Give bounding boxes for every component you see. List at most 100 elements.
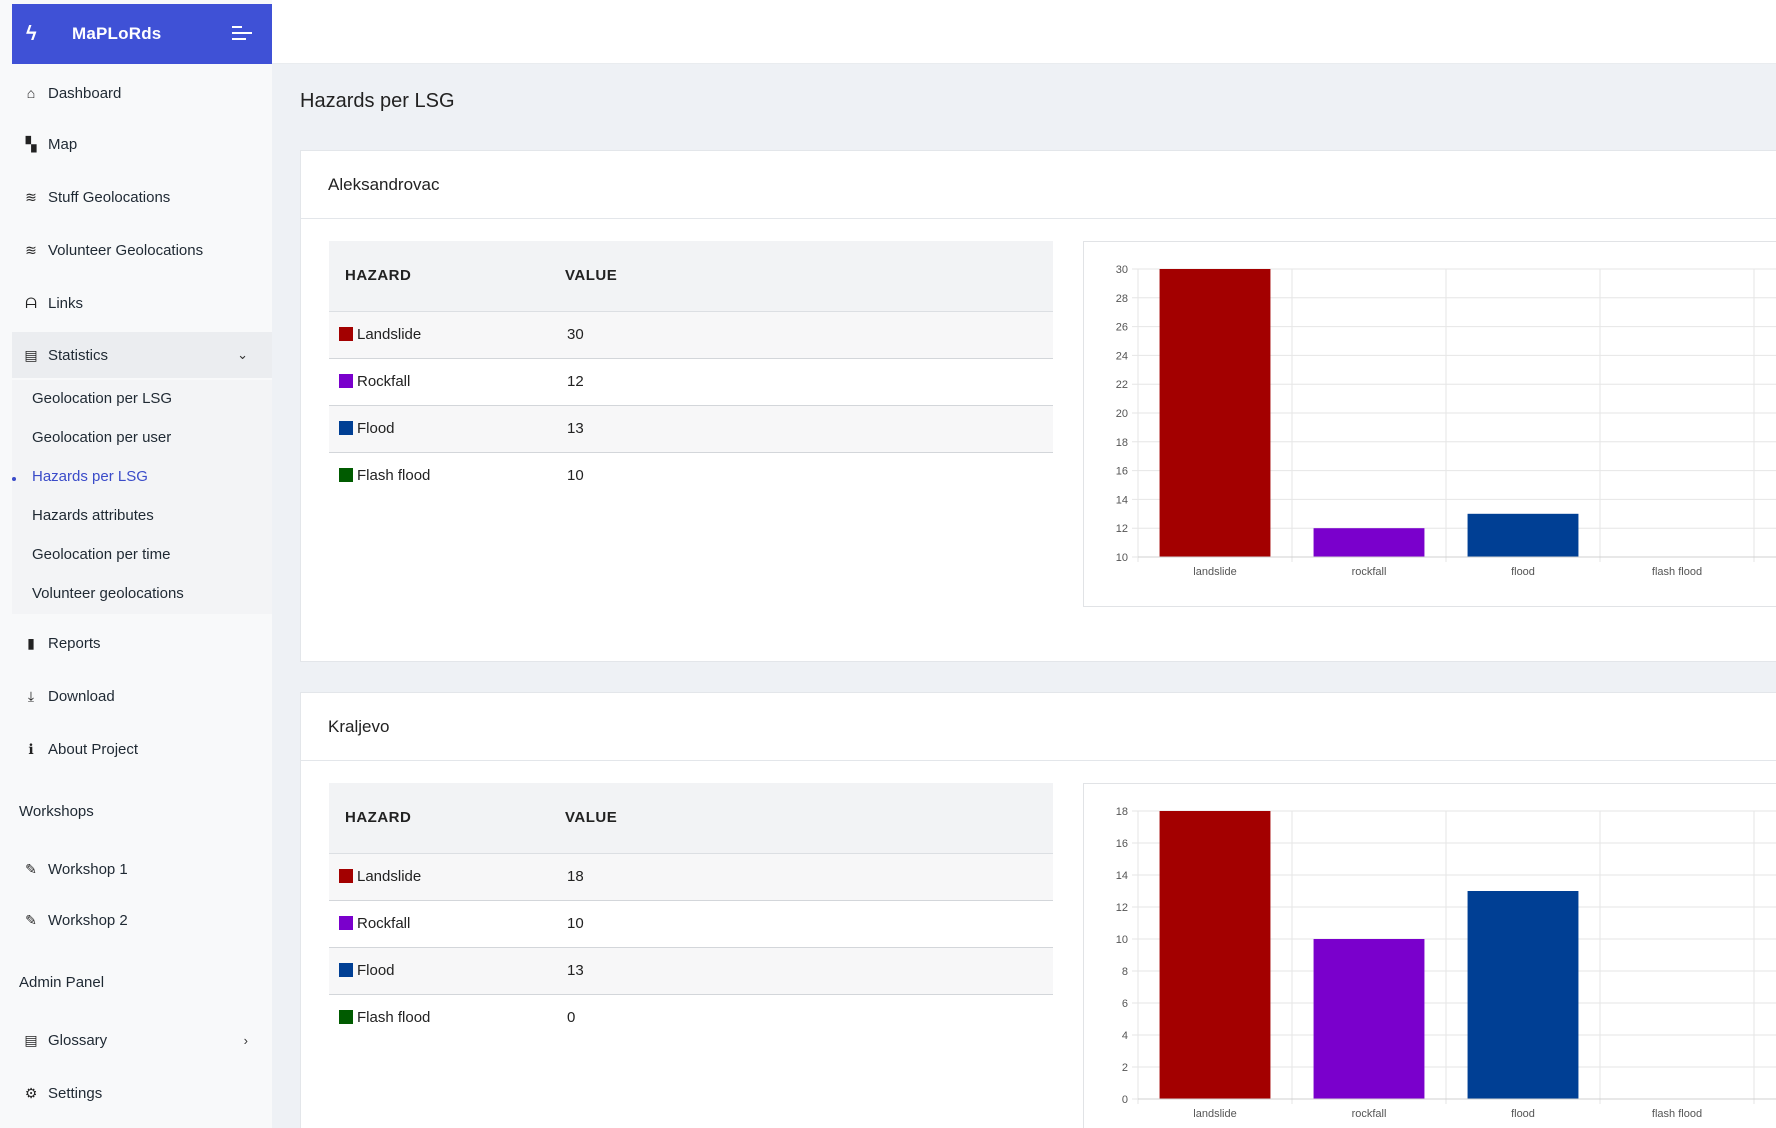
sidebar-item-settings[interactable]: ⚙ Settings <box>12 1070 272 1116</box>
card-title: Kraljevo <box>301 693 1776 761</box>
bar <box>1159 269 1271 557</box>
hazard-bar-chart: 10 12 14 16 18 20 22 24 26 28 30 landslide rockfall f… <box>1083 241 1776 607</box>
page-title: Hazards per LSG <box>300 90 455 112</box>
table-row: Flood 13 <box>329 405 1053 453</box>
y-tick-label: 12 <box>1116 902 1128 914</box>
column-header-hazard: HAZARD <box>329 783 565 854</box>
sidebar-item-workshop-2[interactable]: ✎ Workshop 2 <box>12 897 272 943</box>
y-tick-label: 18 <box>1116 806 1128 818</box>
sidebar-item-stuff-geolocations[interactable]: ≋ Stuff Geolocations <box>12 174 272 220</box>
submenu-hazards-per-lsg[interactable]: Hazards per LSG <box>32 468 148 485</box>
column-header-value: VALUE <box>565 783 1053 854</box>
sidebar-item-about-project[interactable]: ℹ About Project <box>12 726 272 772</box>
y-tick-label: 12 <box>1116 523 1128 535</box>
hazard-bar-chart: 0 2 4 6 8 10 12 14 16 18 landslide rockfall flood fla… <box>1083 783 1776 1128</box>
table-row: Landslide 30 <box>329 311 1053 359</box>
table-header-row: HAZARD VALUE <box>329 241 1053 312</box>
table-header-row: HAZARD VALUE <box>329 783 1053 854</box>
y-tick-label: 30 <box>1116 264 1128 276</box>
x-tick-label: landslide <box>1193 1108 1236 1120</box>
y-tick-label: 6 <box>1122 998 1128 1010</box>
x-tick-label: flood <box>1511 1108 1535 1120</box>
hazard-value: 13 <box>565 947 1053 995</box>
book-icon: ▤ <box>24 1031 38 1048</box>
submenu-geolocation-per-lsg[interactable]: Geolocation per LSG <box>32 390 172 407</box>
hazard-name: Landslide <box>357 868 422 885</box>
hazard-value: 0 <box>567 1009 576 1027</box>
sidebar-item-volunteer-geolocations[interactable]: ≋ Volunteer Geolocations <box>12 227 272 273</box>
sidebar-item-links[interactable]: ᗩ Links <box>12 280 272 326</box>
x-tick-label: rockfall <box>1352 566 1387 578</box>
home-icon: ⌂ <box>26 85 36 101</box>
hazard-value: 10 <box>567 467 584 485</box>
legend-swatch <box>339 468 353 483</box>
sidebar-item-dashboard[interactable]: ⌂ Dashboard <box>12 70 272 116</box>
submenu-volunteer-geolocations[interactable]: Volunteer geolocations <box>32 585 184 602</box>
bar-chart-svg: 0 2 4 6 8 10 12 14 16 18 landslide rockfall flood fla… <box>1116 806 1776 1120</box>
y-tick-label: 14 <box>1116 494 1128 506</box>
hazard-name: Landslide <box>357 326 422 343</box>
bar <box>1467 513 1579 557</box>
legend-swatch <box>339 916 353 930</box>
table-row: Rockfall 10 <box>329 900 1053 948</box>
sidebar-item-map[interactable]: ▚ Map <box>12 121 272 167</box>
hazard-table: HAZARD VALUE Landslide 30 Rockfall 12 Fl… <box>329 241 1053 499</box>
table-row: Landslide 18 <box>329 853 1053 901</box>
chevron-right-icon: › <box>243 1032 248 1048</box>
sidebar: ϟ MaPLoRds ⌂ Dashboard ▚ Map ≋ Stuff Geo… <box>0 0 272 1128</box>
submenu-geolocation-per-time[interactable]: Geolocation per time <box>32 546 170 563</box>
sidebar-item-reports[interactable]: ▮ Reports <box>12 620 272 666</box>
x-tick-label: flash flood <box>1652 566 1702 578</box>
sidebar-toggle-button[interactable] <box>232 26 254 42</box>
bar <box>1467 891 1579 1099</box>
x-tick-label: flood <box>1511 566 1535 578</box>
hazard-name: Flash flood <box>357 467 431 485</box>
x-tick-label: landslide <box>1193 566 1236 578</box>
y-tick-label: 10 <box>1116 934 1128 946</box>
column-header-hazard: HAZARD <box>329 241 565 312</box>
edit-icon: ✎ <box>25 911 37 928</box>
statistics-submenu: Geolocation per LSG Geolocation per user… <box>12 380 272 614</box>
hazard-name: Rockfall <box>357 915 411 932</box>
legend-swatch <box>339 869 353 883</box>
chevron-down-icon: ⌄ <box>237 347 248 362</box>
bar <box>1313 939 1425 1099</box>
x-tick-label: rockfall <box>1352 1108 1387 1120</box>
table-row: Flash flood 10 <box>329 452 1053 499</box>
submenu-hazards-attributes[interactable]: Hazards attributes <box>32 507 154 524</box>
brand-bar: ϟ MaPLoRds <box>12 4 272 64</box>
legend-swatch <box>339 963 353 977</box>
hazard-value: 18 <box>565 853 1053 901</box>
hazard-name: Rockfall <box>357 373 411 390</box>
hazard-table: HAZARD VALUE Landslide 18 Rockfall 10 Fl… <box>329 783 1053 1041</box>
admin-panel-heading: Admin Panel <box>19 974 105 991</box>
y-tick-label: 24 <box>1116 350 1128 362</box>
y-tick-label: 8 <box>1122 966 1128 978</box>
sidebar-item-glossary[interactable]: ▤ Glossary › <box>12 1017 272 1063</box>
legend-swatch <box>339 374 353 388</box>
hazard-value: 10 <box>565 900 1053 948</box>
column-header-value: VALUE <box>565 241 1053 312</box>
book-icon: ▤ <box>24 346 38 363</box>
brand-name[interactable]: MaPLoRds <box>72 24 161 44</box>
y-tick-label: 4 <box>1122 1030 1128 1042</box>
y-tick-label: 10 <box>1116 552 1128 564</box>
bar-chart-svg: 10 12 14 16 18 20 22 24 26 28 30 landslide rockfall f… <box>1116 264 1776 578</box>
sidebar-item-workshop-1[interactable]: ✎ Workshop 1 <box>12 846 272 892</box>
download-icon: ⤓ <box>27 687 35 704</box>
legend-swatch <box>339 327 353 341</box>
hazard-name: Flood <box>357 962 395 979</box>
binoculars-icon: ᗩ <box>25 294 37 311</box>
table-row: Flash flood 0 <box>329 994 1053 1041</box>
sidebar-item-statistics[interactable]: ▤ Statistics ⌄ <box>12 332 272 378</box>
hazard-value: 12 <box>565 358 1053 406</box>
bar <box>1159 811 1271 1099</box>
layers-icon: ≋ <box>25 241 37 258</box>
lsg-card: Kraljevo HAZARD VALUE Landslide 18 Rockf… <box>300 692 1776 1128</box>
info-icon: ℹ <box>28 740 34 757</box>
sidebar-item-download[interactable]: ⤓ Download <box>12 673 272 719</box>
y-tick-label: 18 <box>1116 437 1128 449</box>
y-tick-label: 16 <box>1116 466 1128 478</box>
hazard-name: Flood <box>357 420 395 437</box>
submenu-geolocation-per-user[interactable]: Geolocation per user <box>32 429 171 446</box>
